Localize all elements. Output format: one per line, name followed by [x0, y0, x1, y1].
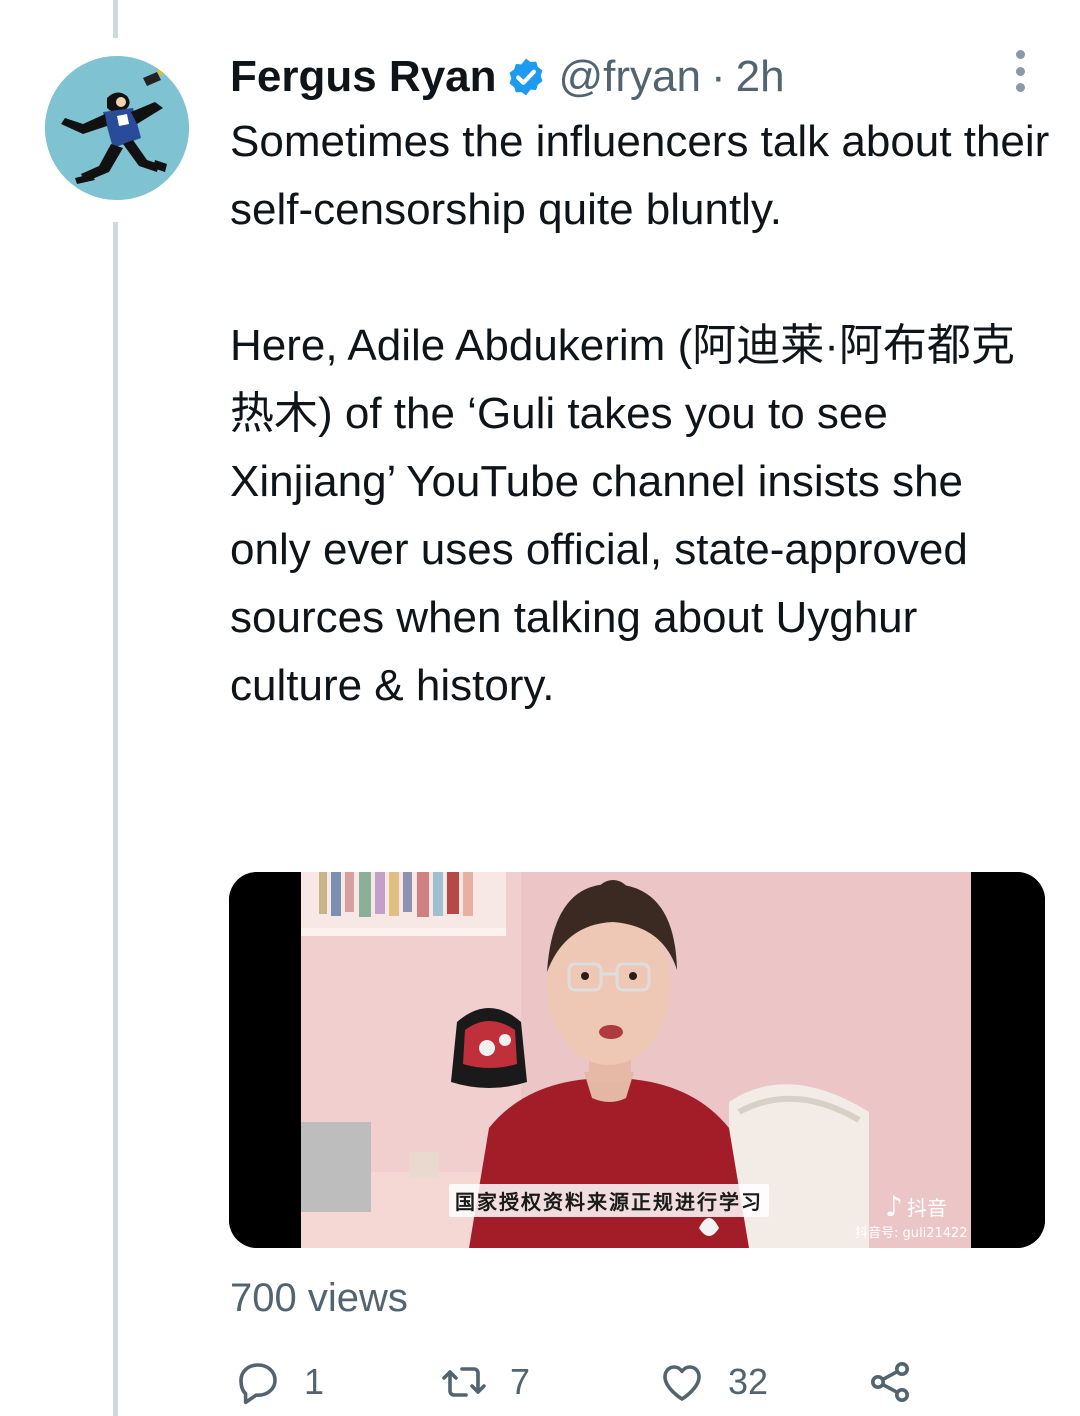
thread-line-bottom	[113, 222, 118, 1416]
video-caption: 国家授权资料来源正规进行学习	[449, 1184, 769, 1217]
avatar[interactable]	[45, 56, 189, 200]
like-button[interactable]: 32	[658, 1358, 768, 1406]
share-icon	[871, 1362, 909, 1402]
more-icon[interactable]	[1007, 50, 1033, 92]
like-icon	[663, 1365, 701, 1401]
tweet-text: Sometimes the influencers talk about the…	[230, 108, 1050, 720]
tweet-header: Fergus Ryan @fryan · 2h	[230, 42, 785, 112]
verified-badge-icon	[509, 58, 542, 96]
retweet-count: 7	[510, 1361, 531, 1402]
tweet-paragraph: Sometimes the influencers talk about the…	[230, 117, 1050, 234]
header-separator: ·	[711, 52, 726, 101]
reply-count: 1	[304, 1361, 325, 1402]
thread-line-top	[113, 0, 118, 38]
reply-button[interactable]: 1	[234, 1358, 324, 1406]
tiktok-icon: ♪	[885, 1190, 903, 1223]
retweet-button[interactable]: 7	[440, 1358, 530, 1406]
view-count[interactable]: 700 views	[230, 1276, 408, 1321]
action-bar: 1 7 32	[0, 1358, 1080, 1406]
author-handle[interactable]: @fryan	[559, 52, 701, 102]
reply-icon	[239, 1363, 277, 1405]
tiktok-brand: 抖音	[906, 1196, 947, 1220]
tweet-media[interactable]: 国家授权资料来源正规进行学习 ♪ 抖音 抖音号: guli21422	[229, 872, 1045, 1248]
tiktok-id: 抖音号: guli21422	[855, 1226, 968, 1241]
more-dot	[1015, 66, 1025, 76]
more-dot	[1015, 50, 1025, 59]
avatar-image	[45, 56, 189, 200]
author-display-name[interactable]: Fergus Ryan	[230, 52, 497, 102]
more-dot	[1015, 83, 1025, 92]
tweet-time[interactable]: 2h	[736, 52, 785, 102]
share-button[interactable]	[866, 1358, 914, 1406]
retweet-icon	[442, 1367, 486, 1397]
tweet-paragraph: Here, Adile Abdukerim (阿迪莱·阿布都克热木) of th…	[230, 321, 1015, 710]
tiktok-watermark: ♪ 抖音	[885, 1190, 947, 1223]
like-count: 32	[728, 1361, 769, 1402]
